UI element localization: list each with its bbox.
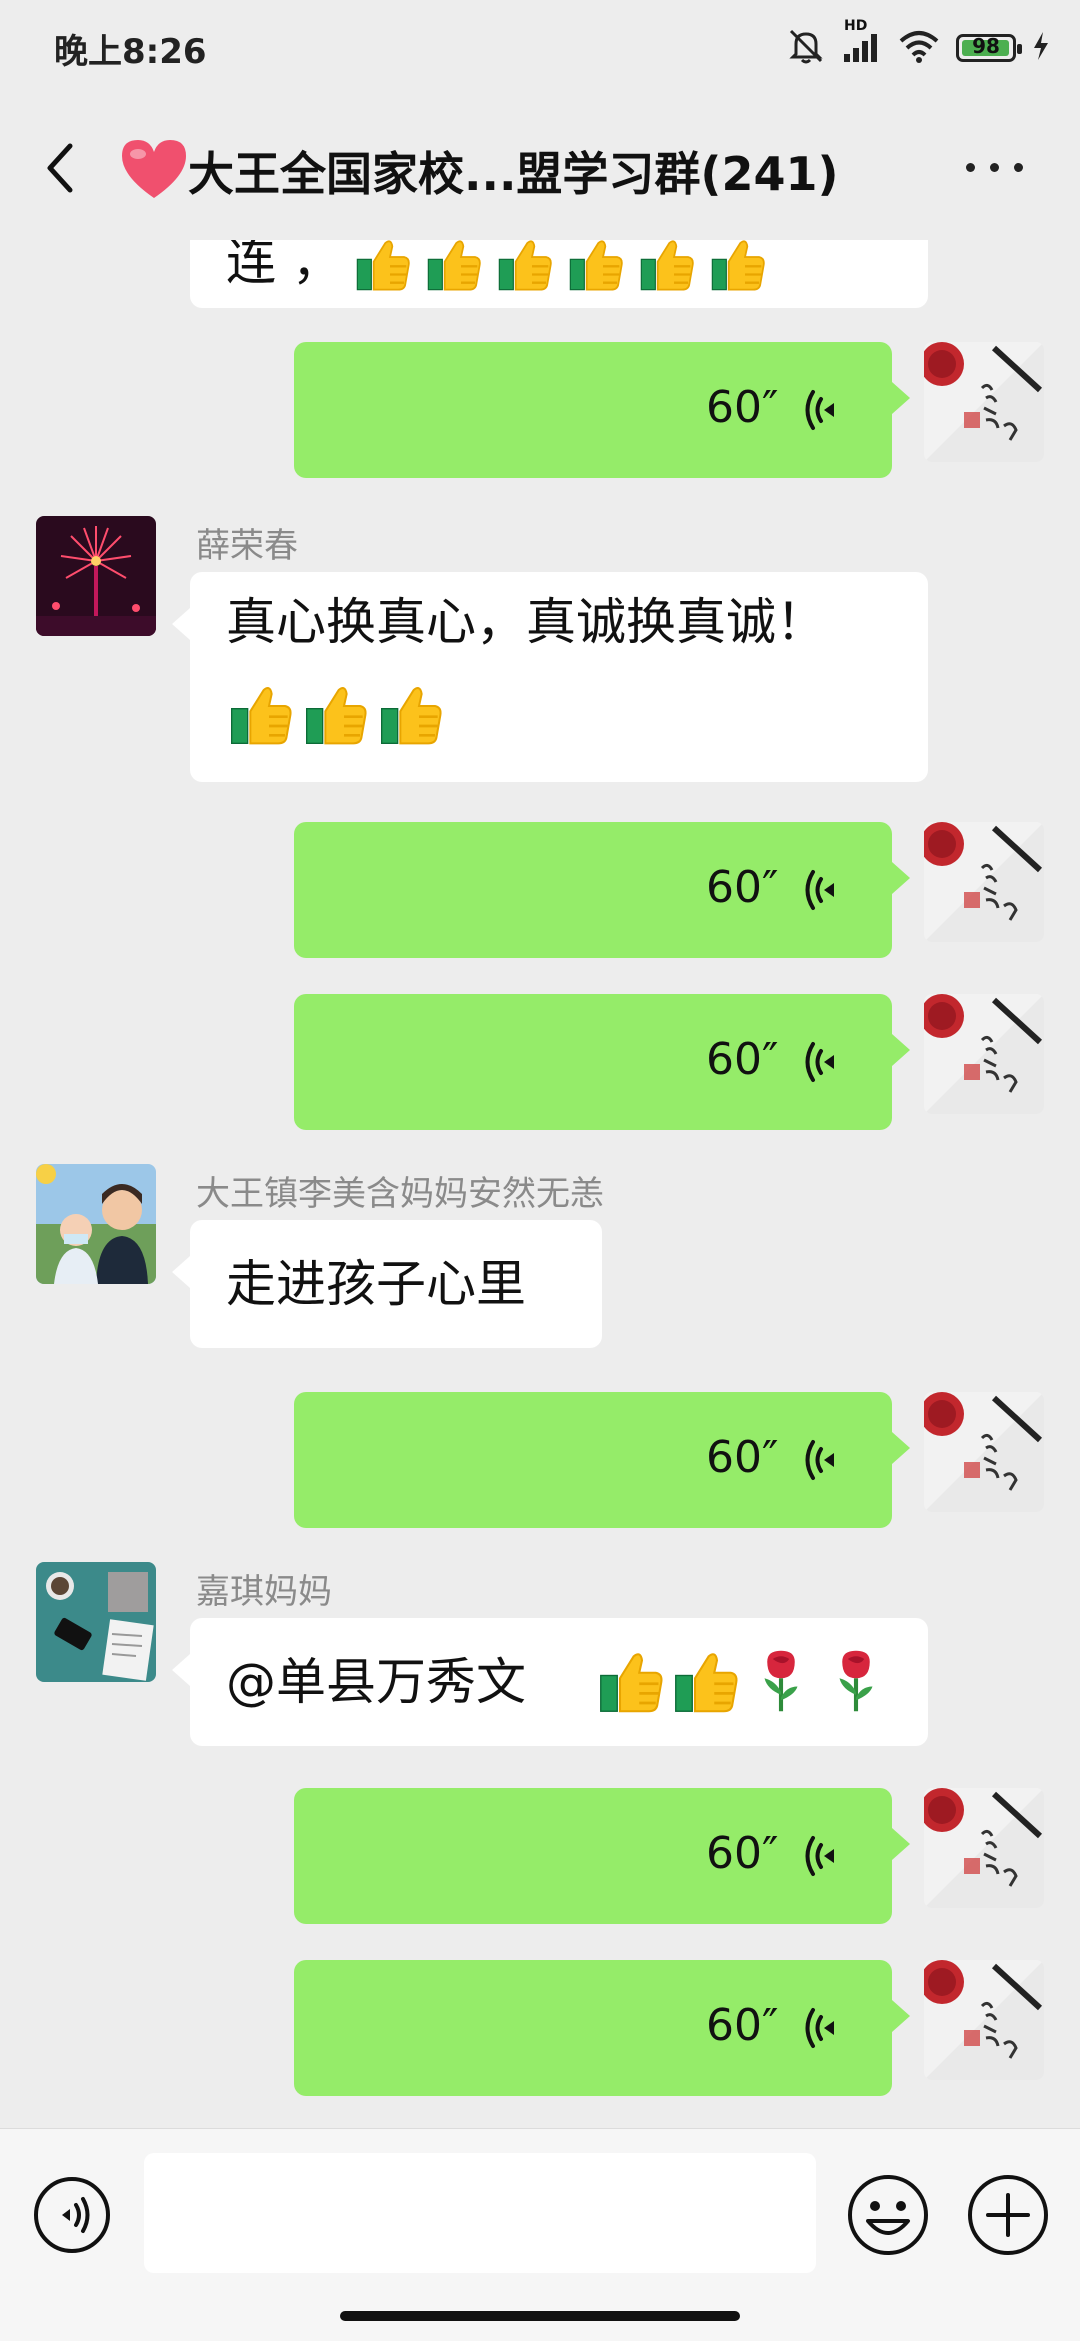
status-time: 晚上8:26 xyxy=(54,32,207,72)
voice-bubble[interactable]: 60″ xyxy=(294,994,892,1130)
voice-input-icon[interactable] xyxy=(32,2175,112,2255)
thumbs-up-emoji xyxy=(350,240,416,292)
voice-bubble[interactable]: 60″ xyxy=(294,1392,892,1528)
text-bubble[interactable]: 真心换真心，真诚换真诚！ xyxy=(190,572,928,782)
message-item: 连 ， xyxy=(0,240,1080,308)
thumbs-up-emoji xyxy=(596,1648,666,1714)
message-item: 嘉琪妈妈 @单县万秀文 xyxy=(0,1562,1080,1758)
text-bubble[interactable]: 走进孩子心里 xyxy=(190,1220,602,1348)
home-indicator[interactable] xyxy=(340,2311,740,2321)
voice-wave-icon xyxy=(804,387,844,433)
message-input[interactable] xyxy=(144,2153,816,2273)
message-item: 薛荣春 真心换真心，真诚换真诚！ xyxy=(0,516,1080,786)
chat-header: 大王全国家校...盟学习群(241) xyxy=(0,96,1080,240)
plus-icon[interactable] xyxy=(966,2173,1050,2257)
text-bubble[interactable]: 连 ， xyxy=(190,240,928,308)
thumbs-up-emoji xyxy=(421,240,487,292)
message-text: 走进孩子心里 xyxy=(226,1255,526,1313)
message-item: 60″ xyxy=(0,994,1080,1130)
voice-wave-icon xyxy=(804,867,844,913)
sender-avatar[interactable] xyxy=(36,1164,156,1284)
sender-name: 大王镇李美含妈妈安然无恙 xyxy=(196,1174,604,1214)
message-text: 真心换真心，真诚换真诚！ xyxy=(226,593,826,651)
thumbs-up-emoji xyxy=(671,1648,741,1714)
back-arrow-icon[interactable] xyxy=(34,136,94,200)
more-icon[interactable] xyxy=(960,148,1040,188)
message-item: 60″ xyxy=(0,342,1080,478)
battery-level: 98 xyxy=(972,34,1000,58)
my-avatar[interactable] xyxy=(924,1392,1044,1512)
message-item: 60″ xyxy=(0,1392,1080,1528)
message-item: 60″ xyxy=(0,1788,1080,1924)
message-item: 大王镇李美含妈妈安然无恙 走进孩子心里 xyxy=(0,1164,1080,1360)
voice-bubble[interactable]: 60″ xyxy=(294,1960,892,2096)
message-text: @单县万秀文 xyxy=(226,1653,526,1711)
mute-icon xyxy=(786,26,826,70)
thumbs-up-emoji xyxy=(492,240,558,292)
thumbs-up-emoji xyxy=(376,682,446,746)
chat-title[interactable]: 大王全国家校...盟学习群(241) xyxy=(188,138,839,204)
thumbs-up-emoji xyxy=(301,682,371,746)
voice-duration: 60″ xyxy=(706,1034,779,1085)
sender-avatar[interactable] xyxy=(36,516,156,636)
rose-emoji xyxy=(746,1648,816,1714)
voice-duration: 60″ xyxy=(706,1432,779,1483)
status-bar: 晚上8:26 HD 98 xyxy=(0,0,1080,96)
emoji-row xyxy=(350,240,771,292)
voice-bubble[interactable]: 60″ xyxy=(294,342,892,478)
voice-duration: 60″ xyxy=(706,862,779,913)
voice-bubble[interactable]: 60″ xyxy=(294,1788,892,1924)
signal-icon: HD xyxy=(842,18,882,68)
sender-name: 薛荣春 xyxy=(196,526,298,566)
message-text: 连 ， xyxy=(226,240,342,291)
network-label: HD xyxy=(844,18,868,34)
message-item: 60″ xyxy=(0,822,1080,958)
charging-icon xyxy=(1032,31,1050,65)
input-bar xyxy=(0,2128,1080,2341)
rose-emoji xyxy=(821,1648,891,1714)
voice-wave-icon xyxy=(804,1437,844,1483)
sender-avatar[interactable] xyxy=(36,1562,156,1682)
voice-duration: 60″ xyxy=(706,1828,779,1879)
voice-wave-icon xyxy=(804,2005,844,2051)
my-avatar[interactable] xyxy=(924,1788,1044,1908)
my-avatar[interactable] xyxy=(924,342,1044,462)
emoji-icon[interactable] xyxy=(846,2173,930,2257)
thumbs-up-emoji xyxy=(705,240,771,292)
emoji-row xyxy=(226,682,446,746)
my-avatar[interactable] xyxy=(924,1960,1044,2080)
my-avatar[interactable] xyxy=(924,994,1044,1114)
thumbs-up-emoji xyxy=(634,240,700,292)
wifi-icon xyxy=(898,29,940,67)
thumbs-up-emoji xyxy=(563,240,629,292)
my-avatar[interactable] xyxy=(924,822,1044,942)
voice-bubble[interactable]: 60″ xyxy=(294,822,892,958)
voice-duration: 60″ xyxy=(706,2000,779,2051)
text-bubble[interactable]: @单县万秀文 xyxy=(190,1618,928,1746)
status-icons: HD 98 xyxy=(786,18,1050,70)
emoji-row xyxy=(596,1648,891,1714)
battery-icon: 98 xyxy=(956,34,1022,62)
message-item: 60″ xyxy=(0,1960,1080,2096)
voice-wave-icon xyxy=(804,1833,844,1879)
message-list[interactable]: 连 ， 60″ 薛荣春 真心换真心，真诚换真诚！ 60″ 60″ 大王镇李美含妈… xyxy=(0,240,1080,2128)
sender-name: 嘉琪妈妈 xyxy=(196,1572,332,1612)
voice-wave-icon xyxy=(804,1039,844,1085)
thumbs-up-emoji xyxy=(226,682,296,746)
voice-duration: 60″ xyxy=(706,382,779,433)
heart-icon xyxy=(118,136,190,202)
